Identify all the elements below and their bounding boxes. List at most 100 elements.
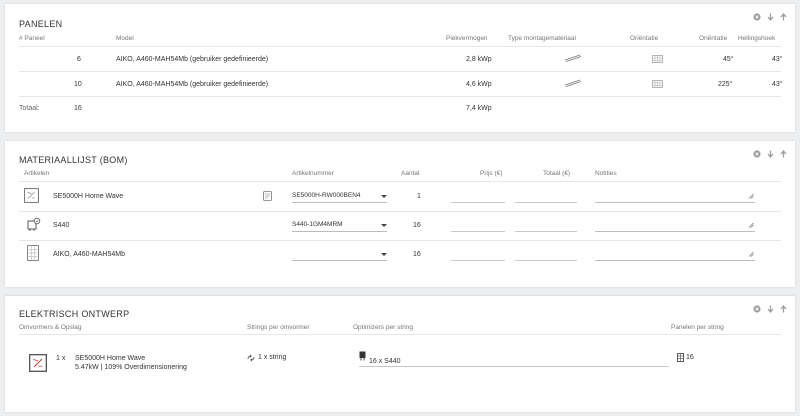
col-header-mount: Type montagemateriaal — [508, 35, 576, 42]
inverter-detail: 5.47kW | 109% Overdimensionering — [75, 364, 187, 371]
col-header-tilt: Hellingshoek — [738, 35, 776, 42]
datasheet-icon[interactable] — [263, 191, 272, 203]
bom-item-name: SE5000H Home Wave — [53, 193, 124, 200]
panels-title: PANELEN — [19, 19, 63, 29]
inverter-icon — [29, 354, 47, 374]
resize-handle-icon[interactable] — [748, 251, 754, 259]
panel-count: 10 — [74, 81, 82, 88]
bom-qty: 16 — [413, 222, 421, 229]
col-header-inverters: Omvormers & Opslag — [19, 324, 82, 331]
inverter-name: SE5000H Home Wave — [75, 355, 146, 362]
orientation-value: 225° — [718, 81, 733, 88]
close-icon[interactable] — [753, 13, 761, 21]
divider — [19, 181, 781, 182]
string-link-icon — [247, 354, 255, 364]
panel-model: AIKO, A460-MAH54Mb (gebruiker gedefiniee… — [116, 81, 269, 88]
tilt-value: 43° — [772, 81, 783, 88]
electrical-title: ELEKTRISCH ONTWERP — [19, 309, 130, 319]
col-header-optimizers: Optimizers per string — [353, 324, 413, 331]
electrical-controls — [753, 305, 787, 313]
col-header-items: Artikelen — [24, 170, 50, 177]
total-label: Totaal: — [19, 105, 40, 112]
optimizer-icon — [26, 217, 41, 234]
col-header-panels-per-string: Panelen per string — [671, 324, 724, 331]
electrical-card: ELEKTRISCH ONTWERP Omvormers & Opslag St… — [5, 296, 795, 412]
close-icon[interactable] — [753, 305, 761, 313]
col-header-price: Prijs (€) — [480, 170, 503, 177]
chevron-down-icon — [381, 195, 387, 198]
divider — [19, 211, 781, 212]
panel-model: AIKO, A460-MAH54Mb (gebruiker gedefiniee… — [116, 56, 269, 63]
chevron-down-icon — [381, 253, 387, 256]
resize-handle-icon[interactable] — [748, 193, 754, 201]
price-input[interactable] — [451, 260, 505, 261]
col-header-qty: Aantal — [401, 170, 420, 177]
col-header-total: Totaal (€) — [543, 170, 571, 177]
solar-panel-icon — [27, 245, 39, 263]
panels-controls — [753, 13, 787, 21]
total-panels: 16 — [74, 105, 82, 112]
chevron-down-icon — [381, 224, 387, 227]
divider — [19, 334, 781, 335]
col-header-panel-number: # Paneel — [19, 35, 45, 42]
orientation-value: 45° — [723, 56, 734, 63]
optimizers-underline — [359, 366, 669, 367]
bom-item-name: S440 — [53, 222, 70, 229]
col-header-article: Artikelnummer — [292, 170, 334, 177]
divider — [19, 240, 781, 241]
article-number-value: SE5000H-RW000BEN4 — [292, 192, 361, 199]
optimizer-icon — [359, 351, 366, 363]
divider — [19, 46, 781, 47]
total-power: 7,4 kWp — [466, 105, 492, 112]
bom-qty: 1 — [417, 193, 421, 200]
panel-grid-icon[interactable] — [652, 80, 663, 90]
divider — [19, 71, 781, 72]
total-input[interactable] — [515, 202, 577, 203]
price-input[interactable] — [451, 202, 505, 203]
panel-power: 2,8 kWp — [466, 56, 492, 63]
inverter-count: 1 x — [56, 355, 66, 362]
panel-count: 6 — [77, 56, 81, 63]
price-input[interactable] — [451, 231, 505, 232]
col-header-strings: Strings per omvormer — [247, 324, 310, 331]
mounting-icon[interactable] — [564, 54, 582, 64]
col-header-model: Model — [116, 35, 134, 42]
col-header-power: Piekvermogen — [446, 35, 488, 42]
divider — [19, 96, 781, 97]
article-number-select[interactable]: S440-1GM4MRM — [292, 221, 387, 232]
bom-controls — [753, 150, 787, 158]
col-header-notes: Notities — [595, 170, 617, 177]
optimizers-value: 16 x S440 — [369, 358, 401, 365]
notes-textarea[interactable] — [595, 222, 755, 232]
article-number-select[interactable] — [292, 250, 387, 261]
panel-power: 4,6 kWp — [466, 81, 492, 88]
notes-textarea[interactable] — [595, 193, 755, 203]
article-number-value: S440-1GM4MRM — [292, 221, 343, 228]
panel-grid-icon[interactable] — [652, 55, 663, 65]
panels-card: PANELEN # Paneel Model Piekvermogen Type… — [5, 4, 795, 132]
tilt-value: 43° — [772, 56, 783, 63]
arrow-down-icon[interactable] — [766, 13, 774, 21]
solar-panel-icon — [677, 353, 684, 364]
inverter-icon — [24, 188, 39, 205]
resize-handle-icon[interactable] — [748, 222, 754, 230]
col-header-orientation-icon: Oriëntatie — [630, 35, 659, 42]
mounting-icon[interactable] — [564, 79, 582, 89]
bom-item-name: AIKO, A460-MAH54Mb — [53, 251, 125, 258]
arrow-down-icon[interactable] — [766, 150, 774, 158]
arrow-down-icon[interactable] — [766, 305, 774, 313]
total-input[interactable] — [515, 231, 577, 232]
strings-value: 1 x string — [258, 354, 287, 361]
close-icon[interactable] — [753, 150, 761, 158]
col-header-orientation: Oriëntatie — [699, 35, 728, 42]
panels-per-string-value: 16 — [686, 354, 694, 361]
bom-qty: 16 — [413, 251, 421, 258]
arrow-up-icon[interactable] — [779, 13, 787, 21]
total-input[interactable] — [515, 260, 577, 261]
notes-textarea[interactable] — [595, 251, 755, 261]
arrow-up-icon[interactable] — [779, 150, 787, 158]
article-number-select[interactable]: SE5000H-RW000BEN4 — [292, 192, 387, 203]
bom-title: MATERIAALLIJST (BOM) — [19, 155, 128, 165]
arrow-up-icon[interactable] — [779, 305, 787, 313]
bom-card: MATERIAALLIJST (BOM) Artikelen Artikelnu… — [5, 141, 795, 287]
